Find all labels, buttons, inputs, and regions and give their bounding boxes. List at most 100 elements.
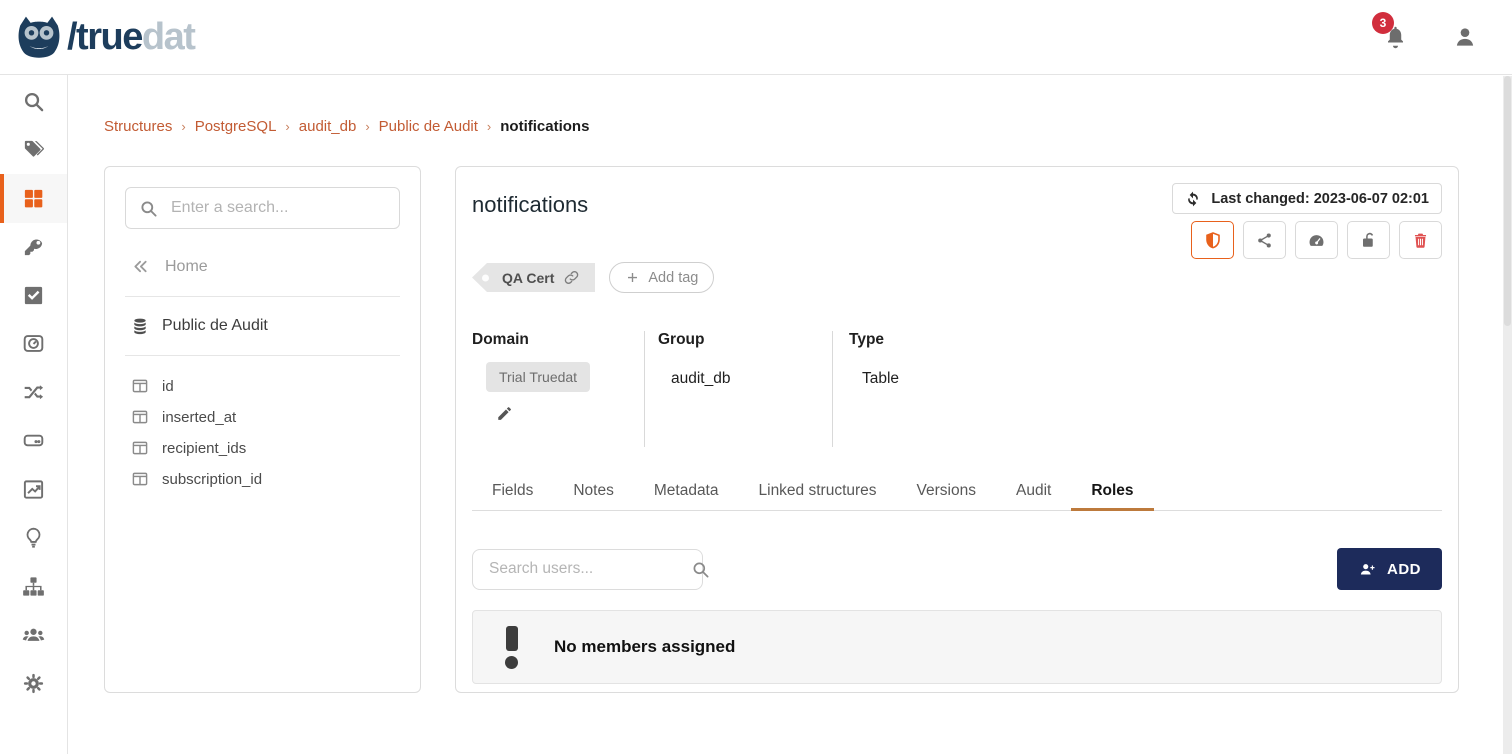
add-tag-label: Add tag (648, 270, 698, 286)
user-search-input[interactable] (487, 559, 691, 579)
sidebar-item-lineage[interactable] (0, 368, 67, 417)
empty-members-text: No members assigned (554, 637, 735, 657)
unlock-icon (1360, 231, 1378, 249)
app-header: /truedat 3 (0, 0, 1512, 75)
sidebar-item-permissions[interactable] (0, 223, 67, 272)
tag-label: QA Cert (502, 270, 554, 286)
profiling-button[interactable] (1295, 221, 1338, 259)
detail-tabs: Fields Notes Metadata Linked structures … (472, 474, 1442, 511)
tab-roles[interactable]: Roles (1071, 474, 1153, 511)
breadcrumb-current: notifications (500, 118, 589, 135)
field-row-id[interactable]: id (131, 377, 400, 395)
sidebar-item-dashboards[interactable] (0, 465, 67, 514)
trash-icon (1412, 231, 1429, 249)
sidebar-item-search[interactable] (0, 77, 67, 126)
key-icon (22, 235, 45, 258)
gear-icon (22, 672, 45, 695)
exclamation-icon (505, 626, 518, 669)
divider (125, 355, 400, 356)
header-actions: 3 (1383, 24, 1484, 50)
group-column: Group audit_db (644, 331, 832, 447)
explorer-back-label: Home (165, 258, 208, 276)
breadcrumb-link-database[interactable]: audit_db (299, 118, 357, 135)
type-value: Table (862, 370, 1442, 388)
shuffle-icon (22, 381, 45, 404)
tab-notes[interactable]: Notes (553, 474, 634, 510)
field-label: inserted_at (162, 409, 236, 426)
type-column: Type Table (832, 331, 1442, 447)
tag-chip[interactable]: QA Cert (472, 263, 595, 292)
sidebar-item-glossary[interactable] (0, 126, 67, 175)
sidebar-item-taxonomy[interactable] (0, 562, 67, 611)
search-icon (139, 199, 158, 218)
search-icon (22, 90, 45, 113)
plus-icon (625, 270, 640, 285)
delete-button[interactable] (1399, 221, 1442, 259)
scrollbar-thumb[interactable] (1504, 76, 1511, 326)
share-button[interactable] (1243, 221, 1286, 259)
truedat-logo[interactable]: /truedat (16, 13, 194, 61)
domain-chip: Trial Truedat (486, 362, 590, 392)
explorer-search-box (125, 187, 400, 229)
lightbulb-icon (22, 526, 45, 549)
user-search-box (472, 549, 703, 590)
notification-count-badge: 3 (1372, 12, 1394, 34)
database-icon (131, 317, 149, 335)
breadcrumb-separator: › (365, 119, 369, 134)
lock-button[interactable] (1347, 221, 1390, 259)
tags-icon (22, 138, 45, 161)
domain-column: Domain Trial Truedat (472, 331, 644, 447)
sidebar-item-quality[interactable] (0, 271, 67, 320)
grid-icon (22, 187, 45, 210)
tags-row: QA Cert Add tag (472, 262, 1442, 293)
table-columns-icon (131, 377, 149, 395)
tab-versions[interactable]: Versions (897, 474, 996, 510)
last-changed-button[interactable]: Last changed: 2023-06-07 02:01 (1172, 183, 1442, 214)
tab-linked-structures[interactable]: Linked structures (739, 474, 897, 510)
tab-audit[interactable]: Audit (996, 474, 1071, 510)
user-menu-button[interactable] (1452, 24, 1478, 50)
confidential-button[interactable] (1191, 221, 1234, 259)
sidebar-item-rules[interactable] (0, 320, 67, 369)
group-value: audit_db (671, 370, 832, 388)
explorer-search-input[interactable] (169, 198, 386, 218)
sidebar-item-users[interactable] (0, 611, 67, 660)
speedometer-icon (1307, 231, 1326, 250)
field-label: subscription_id (162, 471, 262, 488)
structure-actions (1191, 221, 1442, 259)
sidebar-item-systems[interactable] (0, 417, 67, 466)
explorer-back-home[interactable]: Home (131, 257, 400, 276)
sidebar-item-structures[interactable] (0, 174, 67, 223)
breadcrumb-link-structures[interactable]: Structures (104, 118, 172, 135)
add-tag-button[interactable]: Add tag (609, 262, 714, 293)
share-icon (1256, 232, 1273, 249)
add-member-button[interactable]: ADD (1337, 548, 1442, 590)
link-icon (564, 270, 579, 285)
notifications-button[interactable]: 3 (1383, 25, 1408, 50)
add-member-label: ADD (1387, 561, 1421, 578)
pencil-icon (496, 405, 513, 422)
roles-toolbar: ADD (472, 548, 1442, 590)
field-row-inserted-at[interactable]: inserted_at (131, 408, 400, 426)
icon-sidebar (0, 75, 68, 754)
field-row-recipient-ids[interactable]: recipient_ids (131, 439, 400, 457)
sidebar-item-insights[interactable] (0, 514, 67, 563)
breadcrumb-link-schema[interactable]: Public de Audit (379, 118, 478, 135)
type-label: Type (849, 331, 1442, 349)
explorer-current-node[interactable]: Public de Audit (131, 317, 400, 335)
users-icon (22, 623, 45, 646)
user-plus-icon (1358, 561, 1377, 578)
field-row-subscription-id[interactable]: subscription_id (131, 470, 400, 488)
tab-metadata[interactable]: Metadata (634, 474, 739, 510)
field-label: id (162, 378, 174, 395)
table-columns-icon (131, 408, 149, 426)
group-label: Group (658, 331, 832, 349)
breadcrumb-link-system[interactable]: PostgreSQL (195, 118, 277, 135)
page-scrollbar[interactable] (1503, 76, 1512, 754)
edit-domain-button[interactable] (496, 405, 513, 422)
structure-detail-panel: notifications Last changed: 2023-06-07 0… (455, 166, 1459, 693)
server-icon (22, 429, 45, 452)
brand-name: /truedat (67, 18, 194, 56)
tab-fields[interactable]: Fields (472, 474, 553, 510)
sidebar-item-settings[interactable] (0, 659, 67, 708)
